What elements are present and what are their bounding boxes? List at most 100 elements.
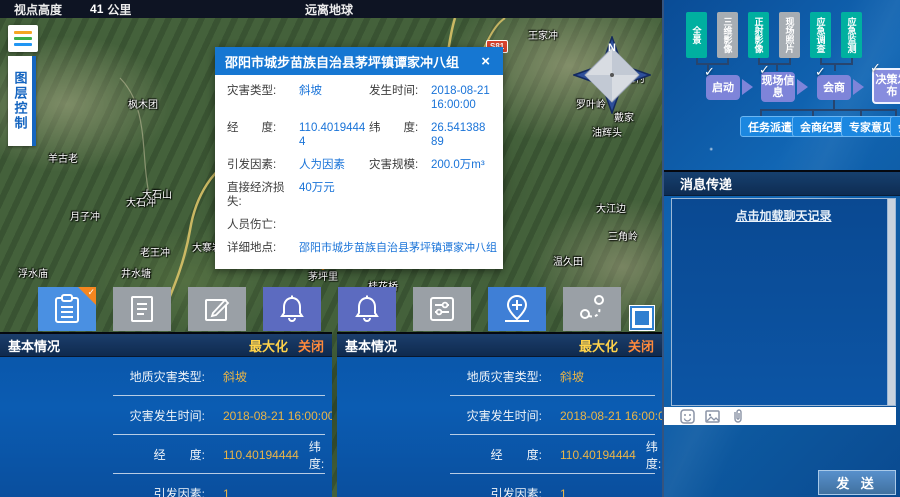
chat-toolbar xyxy=(664,407,896,425)
basic-info-panel: 基本情况 最大化 关闭 地质灾害类型: 斜坡 灾害发生时间: 2018-08-2… xyxy=(337,332,662,497)
message-panel-title: 消息传递 xyxy=(680,174,732,193)
image-icon[interactable] xyxy=(705,409,720,424)
attachment-icon[interactable] xyxy=(730,408,745,424)
check-icon: ✓ xyxy=(870,60,881,76)
info-row: 经 度: 110.40194444 纬 度: 26.54138889 xyxy=(337,435,662,474)
field-label: 灾害发生时间: xyxy=(0,407,205,424)
popup-title-bar: 邵阳市城步苗族自治县茅坪镇谭家冲八组 × xyxy=(215,47,503,75)
resource-button-site-photo[interactable]: 现场照片 xyxy=(779,12,800,58)
bell-icon xyxy=(354,295,380,323)
chat-history-area[interactable]: 点击加载聊天记录 xyxy=(671,198,896,406)
close-button[interactable]: 关闭 xyxy=(298,336,324,355)
info-row: 经 度: 110.40194444 纬 度: 26.54138889 xyxy=(0,435,332,474)
field-label: 灾害类型: xyxy=(227,84,299,98)
panel-title: 基本情况 xyxy=(345,336,579,355)
document-icon xyxy=(130,295,154,323)
close-button[interactable]: 关闭 xyxy=(628,336,654,355)
resource-button-monitor[interactable]: 应急监测 xyxy=(841,12,862,58)
field-value: 斜坡 xyxy=(299,84,369,98)
map-place-label: 王家冲 xyxy=(528,27,558,42)
output-button-consult[interactable]: 会商 xyxy=(890,116,900,137)
stage-arrow-icon xyxy=(853,79,864,95)
map-pin-target-icon xyxy=(503,294,531,324)
field-value: 2018-08-21 16:00:00 xyxy=(223,409,332,423)
flow-connector xyxy=(760,109,897,111)
clipboard-icon xyxy=(54,294,80,324)
field-label: 详细地点: xyxy=(227,241,299,255)
output-button-task-dispatch[interactable]: 任务派遣 xyxy=(740,116,800,137)
map-place-label: 月子冲 xyxy=(70,208,100,223)
map-place-label: 大石山 xyxy=(142,186,172,201)
viewpoint-value: 41 xyxy=(90,2,103,16)
field-label: 引发因素: xyxy=(227,158,299,172)
field-value: 110.40194444 xyxy=(223,448,299,462)
chat-scrollbar[interactable] xyxy=(887,199,895,405)
field-label: 经 度: xyxy=(0,446,205,463)
flow-connector xyxy=(776,63,778,71)
field-value: 邵阳市城步苗族自治县茅坪镇谭家冲八组 xyxy=(299,241,497,255)
map-place-label: 茅坪里 xyxy=(308,268,338,283)
maximize-button[interactable]: 最大化 xyxy=(579,336,618,355)
field-label: 引发因素: xyxy=(0,485,205,497)
field-label: 发生时间: xyxy=(369,84,431,98)
popup-row: 详细地点: 邵阳市城步苗族自治县茅坪镇谭家冲八组 xyxy=(227,241,491,255)
message-panel-header: 消息传递 xyxy=(664,170,900,196)
check-icon: ✓ xyxy=(704,64,715,80)
status-bar: 视点高度 41 公里 远离地球 xyxy=(0,0,662,18)
compass-icon[interactable]: N xyxy=(573,36,651,114)
field-value: 26.54138889 xyxy=(431,121,491,149)
popup-title: 邵阳市城步苗族自治县茅坪镇谭家冲八组 xyxy=(225,52,478,71)
viewpoint-label: 视点高度 xyxy=(14,1,62,18)
info-row: 灾害发生时间: 2018-08-21 16:00:00 xyxy=(0,396,332,435)
active-check-badge: ✓ xyxy=(78,287,96,305)
resource-button-survey[interactable]: 应急调查 xyxy=(810,12,831,58)
bell-icon xyxy=(279,295,305,323)
info-row: 地质灾害类型: 斜坡 xyxy=(337,357,662,396)
resource-button-ortho[interactable]: 正射影像 xyxy=(748,12,769,58)
panel-header: 基本情况 最大化 关闭 xyxy=(0,334,332,357)
camera-mode-label: 远离地球 xyxy=(305,1,353,18)
field-value: 110.40194444 xyxy=(299,121,369,149)
field-value: 2018-08-21 16:00:00 xyxy=(431,84,491,112)
popup-row: 灾害类型: 斜坡 发生时间: 2018-08-21 16:00:00 xyxy=(227,84,491,112)
emoji-icon[interactable] xyxy=(680,409,695,424)
map-place-label: 大江边 xyxy=(596,200,626,215)
popup-row: 直接经济损失: 40万元 xyxy=(227,181,491,209)
field-value: 40万元 xyxy=(299,181,369,195)
field-value: 1 xyxy=(560,487,567,497)
compass-north-label: N xyxy=(608,42,616,54)
check-icon: ✓ xyxy=(759,62,770,78)
sliders-icon xyxy=(429,296,455,322)
close-icon[interactable]: × xyxy=(478,53,493,70)
app-window: 王家冲 正村 罗叶岭 戴家 油辉头 大江边 三角岭 温久田 大石冲 月子冲 老王… xyxy=(0,0,900,497)
disaster-popup: 邵阳市城步苗族自治县茅坪镇谭家冲八组 × 灾害类型: 斜坡 发生时间: 2018… xyxy=(215,47,503,269)
info-row: 引发因素: 1 xyxy=(337,474,662,497)
field-label: 经 度: xyxy=(227,121,299,135)
map-place-label: 井水塘 xyxy=(121,265,151,280)
menu-icon[interactable] xyxy=(8,25,38,52)
stage-arrow-icon xyxy=(797,79,808,95)
field-label: 纬 度: xyxy=(646,438,662,472)
map-place-label: 浮水庙 xyxy=(18,265,48,280)
box-select-icon[interactable] xyxy=(629,305,655,331)
map-place-label: 老王冲 xyxy=(140,244,170,259)
layer-control-button[interactable]: 图层控制 xyxy=(8,56,36,146)
load-chat-link[interactable]: 点击加载聊天记录 xyxy=(672,207,895,224)
resource-button-3d-image[interactable]: 三维影像 xyxy=(717,12,738,58)
flow-connector xyxy=(834,63,836,71)
field-label: 纬 度: xyxy=(369,121,431,135)
info-row: 引发因素: 1 xyxy=(0,474,332,497)
popup-row: 经 度: 110.40194444 纬 度: 26.54138889 xyxy=(227,121,491,149)
field-label: 直接经济损失: xyxy=(227,181,299,209)
workflow-panel: 全景 三维影像 正射影像 现场照片 应急调查 应急监测 ✓ 启动 ✓ 现场信息 … xyxy=(662,0,900,497)
info-row: 灾害发生时间: 2018-08-21 16:00:00 xyxy=(337,396,662,435)
popup-row: 人员伤亡: xyxy=(227,218,491,232)
field-value: 110.40194444 xyxy=(560,448,636,462)
field-value: 斜坡 xyxy=(223,368,247,385)
check-icon: ✓ xyxy=(815,64,826,80)
field-label: 引发因素: xyxy=(337,485,542,497)
maximize-button[interactable]: 最大化 xyxy=(249,336,288,355)
resource-button-panorama[interactable]: 全景 xyxy=(686,12,707,58)
route-icon xyxy=(577,294,607,324)
send-button[interactable]: 发 送 xyxy=(818,470,896,495)
